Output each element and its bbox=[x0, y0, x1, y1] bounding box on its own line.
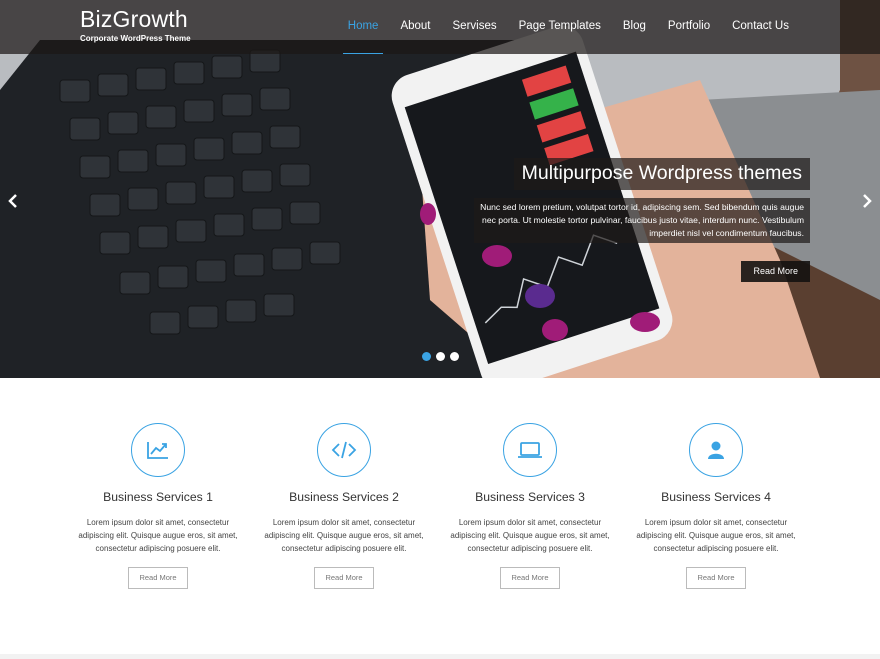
hero-slider: BizGrowth Corporate WordPress Theme Home… bbox=[0, 0, 880, 378]
chevron-left-icon[interactable] bbox=[8, 192, 18, 213]
slider-dot-1[interactable] bbox=[422, 352, 431, 361]
slide-read-more-button[interactable]: Read More bbox=[741, 261, 810, 282]
nav-item-about[interactable]: About bbox=[389, 0, 441, 54]
nav-item-home[interactable]: Home bbox=[337, 0, 390, 54]
code-icon bbox=[317, 423, 371, 477]
service-read-more-button[interactable]: Read More bbox=[500, 567, 560, 589]
nav-item-contact[interactable]: Contact Us bbox=[721, 0, 800, 54]
site-logo[interactable]: BizGrowth Corporate WordPress Theme bbox=[80, 6, 191, 43]
laptop-icon bbox=[503, 423, 557, 477]
nav-item-page-templates[interactable]: Page Templates bbox=[508, 0, 612, 54]
service-title: Business Services 1 bbox=[103, 490, 213, 504]
service-text: Lorem ipsum dolor sit amet, consectetur … bbox=[264, 518, 424, 553]
nav-item-blog[interactable]: Blog bbox=[612, 0, 657, 54]
main-nav: Home About Servises Page Templates Blog … bbox=[337, 0, 800, 54]
service-card-3: Business Services 3 Lorem ipsum dolor si… bbox=[437, 423, 623, 589]
user-icon bbox=[689, 423, 743, 477]
service-card-1: Business Services 1 Lorem ipsum dolor si… bbox=[65, 423, 251, 589]
slider-pagination bbox=[422, 352, 459, 361]
brand-tagline: Corporate WordPress Theme bbox=[80, 34, 191, 43]
service-text: Lorem ipsum dolor sit amet, consectetur … bbox=[636, 518, 796, 553]
services-section: Business Services 1 Lorem ipsum dolor si… bbox=[0, 378, 880, 654]
nav-item-services[interactable]: Servises bbox=[442, 0, 508, 54]
service-title: Business Services 2 bbox=[289, 490, 399, 504]
service-title: Business Services 4 bbox=[661, 490, 771, 504]
service-read-more-button[interactable]: Read More bbox=[686, 567, 746, 589]
service-text: Lorem ipsum dolor sit amet, consectetur … bbox=[450, 518, 610, 553]
slider-dot-2[interactable] bbox=[436, 352, 445, 361]
service-text: Lorem ipsum dolor sit amet, consectetur … bbox=[78, 518, 238, 553]
site-header: BizGrowth Corporate WordPress Theme Home… bbox=[0, 0, 880, 54]
service-card-4: Business Services 4 Lorem ipsum dolor si… bbox=[623, 423, 809, 589]
service-title: Business Services 3 bbox=[475, 490, 585, 504]
nav-item-portfolio[interactable]: Portfolio bbox=[657, 0, 721, 54]
service-read-more-button[interactable]: Read More bbox=[314, 567, 374, 589]
service-read-more-button[interactable]: Read More bbox=[128, 567, 188, 589]
slide-title: Multipurpose Wordpress themes bbox=[513, 158, 810, 190]
chart-line-icon bbox=[131, 423, 185, 477]
slide-text: Nunc sed lorem pretium, volutpat tortor … bbox=[474, 198, 810, 243]
brand-name[interactable]: BizGrowth bbox=[80, 6, 191, 33]
service-card-2: Business Services 2 Lorem ipsum dolor si… bbox=[251, 423, 437, 589]
slider-dot-3[interactable] bbox=[450, 352, 459, 361]
chevron-right-icon[interactable] bbox=[862, 192, 872, 213]
